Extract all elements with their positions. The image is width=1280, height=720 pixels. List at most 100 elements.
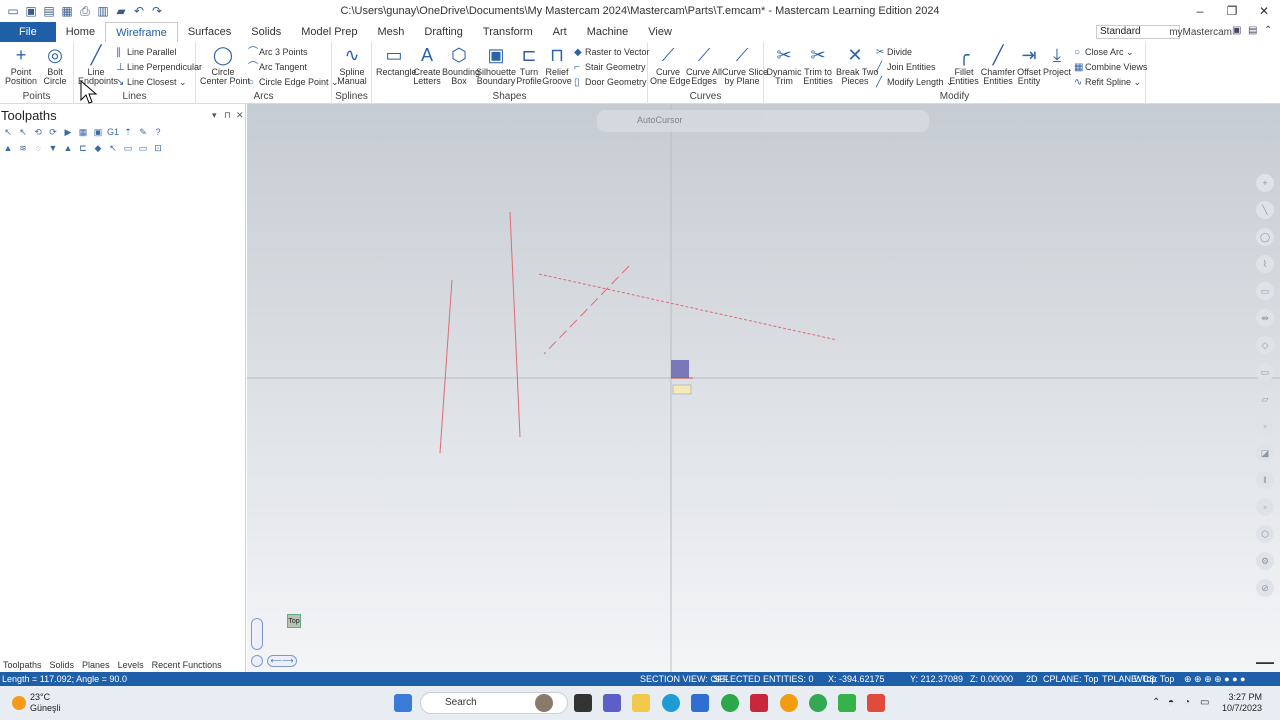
trim-to-entities-button[interactable]: ✂ Trim to Entities [800, 44, 836, 86]
simulate-icon[interactable]: ▣ [92, 126, 104, 138]
widget-icon[interactable] [535, 694, 553, 712]
cancel-icon[interactable]: ⊘ [1256, 579, 1274, 597]
store-icon[interactable] [691, 694, 709, 712]
panel-dropdown-icon[interactable]: ▾ [212, 110, 217, 121]
clock[interactable]: 3:27 PM 10/7/2023 [1222, 692, 1262, 714]
lock-icon[interactable]: ▲ [2, 142, 14, 154]
break-two-pieces-button[interactable]: ✕ Break Two Pieces [836, 44, 878, 86]
edge-icon[interactable] [662, 694, 680, 712]
zoom-icon[interactable]: + [1256, 174, 1274, 192]
save-as-icon[interactable]: ▦ [60, 4, 74, 18]
tab-surfaces[interactable]: Surfaces [178, 22, 241, 42]
weather-widget[interactable]: 23°C Güneşli [12, 692, 61, 714]
post-icon[interactable]: G1 [107, 126, 119, 138]
shade-icon[interactable]: ▭ [1256, 363, 1274, 381]
panel-tab-levels[interactable]: Levels [118, 658, 144, 672]
dynamic-trim-button[interactable]: ✂ Dynamic Trim [766, 44, 802, 86]
combine-views-button[interactable]: ▦ Combine Views [1074, 61, 1147, 74]
line-closest-button[interactable]: ↘ Line Closest ⌄ [116, 76, 187, 89]
display-options-icon[interactable]: ▭ [122, 142, 134, 154]
color-icon[interactable]: ◪ [1256, 444, 1274, 462]
panel-tab-solids[interactable]: Solids [50, 658, 75, 672]
open-icon[interactable]: ▤ [42, 4, 56, 18]
task-view-icon[interactable] [574, 694, 592, 712]
tab-wireframe[interactable]: Wireframe [105, 22, 178, 42]
collapse-icon[interactable]: ⊡ [152, 142, 164, 154]
utorrent-icon[interactable] [721, 694, 739, 712]
chamfer-entities-button[interactable]: ╱ Chamfer Entities [980, 44, 1016, 86]
raster-to-vector-button[interactable]: ◆ Raster to Vector [574, 46, 650, 59]
level-icon[interactable]: ‖ [1256, 471, 1274, 489]
circle-edge-point-button[interactable]: ○ Circle Edge Point ⌄ [248, 76, 339, 89]
tab-art[interactable]: Art [543, 22, 577, 42]
circle-center-point-button[interactable]: ◯ Circle Center Point [200, 44, 250, 86]
rectangle-button[interactable]: ▭ Rectangle [376, 44, 417, 77]
highfeed-icon[interactable]: ⇡ [122, 126, 134, 138]
panel-close-icon[interactable]: ✕ [236, 110, 244, 121]
battery-icon[interactable]: ▭ [1200, 697, 1209, 708]
fillet-entities-button[interactable]: ╭ Fillet Entities [948, 44, 980, 86]
minimize-button[interactable]: – [1184, 0, 1216, 22]
cplane-indicator[interactable]: CPLANE: Top [1043, 672, 1098, 686]
restore-button[interactable]: ❐ [1216, 0, 1248, 22]
show-only-icon[interactable]: ↖ [107, 142, 119, 154]
panel-tab-recent-functions[interactable]: Recent Functions [152, 658, 222, 672]
line-perpendicular-button[interactable]: ⊥ Line Perpendicular [116, 61, 202, 74]
join-entities-button[interactable]: ╱ Join Entities [876, 61, 936, 74]
solid-icon[interactable]: ⬡ [1256, 525, 1274, 543]
offset-entity-button[interactable]: ⇥ Offset Entity [1016, 44, 1042, 86]
export-icon[interactable]: ▥ [96, 4, 110, 18]
teams-icon[interactable] [603, 694, 621, 712]
fit-icon[interactable]: ⇹ [1256, 309, 1274, 327]
help-icon[interactable]: ▣ [1232, 25, 1244, 37]
rotate-icon[interactable]: ◯ [1256, 228, 1274, 246]
nav-center-icon[interactable] [251, 655, 263, 667]
print-icon[interactable]: ⎙ [78, 4, 92, 18]
toggle-posting-icon[interactable]: ◌ [32, 142, 44, 154]
create-letters-button[interactable]: A Create Letters [412, 44, 442, 86]
turn-profile-button[interactable]: ⊏ Turn Profile [516, 44, 542, 86]
start-icon[interactable] [394, 694, 412, 712]
arc-3-points-button[interactable]: ⌒Arc 3 Points [248, 46, 308, 59]
vertical-nav-control[interactable] [251, 618, 263, 650]
delete-icon[interactable]: ✎ [137, 126, 149, 138]
divide-button[interactable]: ✂ Divide [876, 46, 912, 59]
bolt-circle-button[interactable]: ◎ Bolt Circle [40, 44, 70, 86]
chrome-icon[interactable] [809, 694, 827, 712]
new-file-icon[interactable]: ▭ [6, 4, 20, 18]
tab-file[interactable]: File [0, 22, 56, 42]
file-explorer-icon[interactable] [632, 694, 650, 712]
curve-slice-by-plane-button[interactable]: ⟋ Curve Slice by Plane [722, 44, 768, 86]
tab-solids[interactable]: Solids [241, 22, 291, 42]
arc-tangent-button[interactable]: ⌒Arc Tangent [248, 61, 307, 74]
wcs-indicator[interactable]: WCS: Top [1134, 672, 1174, 686]
help-panel-icon[interactable]: ? [152, 126, 164, 138]
tab-transform[interactable]: Transform [473, 22, 543, 42]
spline-manual-button[interactable]: ∿ Spline Manual [335, 44, 369, 86]
select-icon[interactable]: ↖ [17, 126, 29, 138]
stair-geometry-button[interactable]: ⌐ Stair Geometry [574, 61, 646, 74]
wireframe-icon[interactable]: ◇ [1256, 336, 1274, 354]
modify-length-button[interactable]: ╱ Modify Length ⌄ [876, 76, 954, 89]
regen-dirty-icon[interactable]: ⟳ [47, 126, 59, 138]
view-icon[interactable]: ▭ [1256, 282, 1274, 300]
status-icons[interactable]: ⊕ ⊕ ⊕ ⊕ ● ● ● [1184, 672, 1245, 686]
tab-view[interactable]: View [638, 22, 682, 42]
insert-arrow-icon[interactable]: ⊏ [77, 142, 89, 154]
redo-icon[interactable]: ↷ [150, 4, 164, 18]
line-parallel-button[interactable]: ∥ Line Parallel [116, 46, 177, 59]
top-view-icon[interactable]: ▫ [1256, 417, 1274, 435]
dimension-mode[interactable]: 2D [1026, 672, 1038, 686]
curve-all-edges-button[interactable]: ⟋ Curve All Edges [686, 44, 722, 86]
scroll-icon[interactable]: ◆ [92, 142, 104, 154]
move-down-icon[interactable]: ▼ [47, 142, 59, 154]
project-button[interactable]: ⤓ Project [1042, 44, 1072, 77]
close-button[interactable]: ✕ [1248, 0, 1280, 22]
silhouette-boundary-button[interactable]: ▣ Silhouette Boundary [476, 44, 516, 86]
regen-icon[interactable]: ⟲ [32, 126, 44, 138]
camtasia-icon[interactable] [838, 694, 856, 712]
tab-drafting[interactable]: Drafting [414, 22, 473, 42]
lasso-icon[interactable]: ⌇ [1256, 255, 1274, 273]
folder-icon[interactable]: ▰ [114, 4, 128, 18]
refit-spline-button[interactable]: ∿ Refit Spline ⌄ [1074, 76, 1141, 89]
